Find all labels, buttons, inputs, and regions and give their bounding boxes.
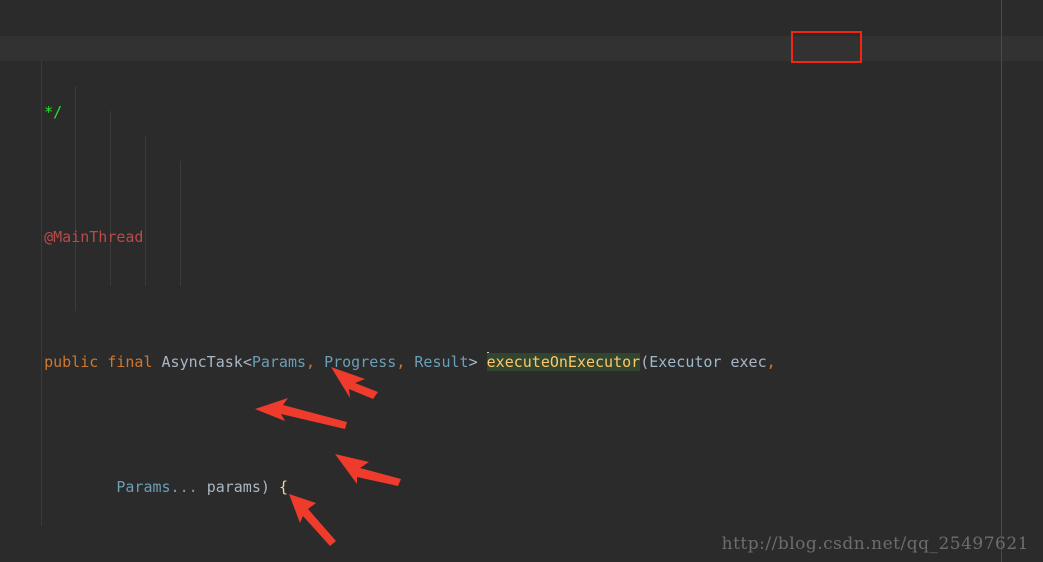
token-brace-open: { (278, 478, 288, 496)
leading-indent (8, 103, 44, 121)
token-keyword-public: public (44, 353, 99, 371)
token-generic-result: Result (414, 353, 469, 371)
token-generic-close: > (468, 353, 478, 371)
token-comma: , (766, 353, 776, 371)
token-generic-progress: Progress (324, 353, 397, 371)
token-annotation: @MainThread (44, 228, 144, 246)
leading-indent (8, 228, 44, 246)
code-line[interactable]: Params... params) { (0, 475, 1043, 500)
code-text-area[interactable]: */ @MainThread public final AsyncTask<Pa… (0, 0, 1043, 562)
leading-indent (8, 353, 44, 371)
token-type-executor: Executor (649, 353, 722, 371)
token-comma: , (306, 353, 316, 371)
token-paren-close: ) (260, 478, 270, 496)
token-generic-params: Params (251, 353, 307, 371)
token-varargs-params: Params... (116, 478, 198, 496)
token-keyword-final: final (107, 353, 153, 371)
code-line[interactable]: public final AsyncTask<Params, Progress,… (0, 350, 1043, 375)
token-type-asynctask: AsyncTask (161, 353, 243, 371)
token-paren-open: ( (640, 353, 650, 371)
code-line[interactable]: @MainThread (0, 225, 1043, 250)
token-param-params: params (206, 478, 261, 496)
token-generic-open: < (242, 353, 252, 371)
token-method-name[interactable]: executeOnExecutor (486, 353, 641, 371)
leading-indent (8, 478, 116, 496)
watermark-text: http://blog.csdn.net/qq_25497621 (721, 534, 1029, 554)
code-line[interactable]: */ (0, 100, 1043, 125)
token-comment-close: */ (44, 103, 63, 121)
token-param-exec: exec (730, 353, 767, 371)
code-editor-window: */ @MainThread public final AsyncTask<Pa… (0, 0, 1043, 562)
